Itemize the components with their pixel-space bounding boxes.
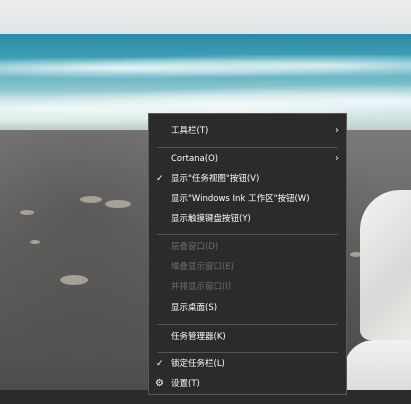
wallpaper-pebble	[60, 275, 88, 285]
menu-item-label: 设置(T)	[171, 379, 200, 389]
menu-item-cortana[interactable]: Cortana(O) ›	[149, 149, 346, 169]
menu-item-label: 任务管理器(K)	[171, 332, 226, 342]
wallpaper-cloth	[344, 340, 411, 390]
menu-item-show-ink-button[interactable]: 显示"Windows Ink 工作区"按钮(W)	[149, 189, 346, 209]
chevron-right-icon: ›	[335, 153, 339, 164]
menu-item-label: 显示触摸键盘按钮(Y)	[171, 214, 251, 224]
taskbar-context-menu: 工具栏(T) › Cortana(O) › ✓ 显示"任务视图"按钮(V) 显示…	[148, 113, 347, 395]
menu-item-label: 显示桌面(S)	[171, 303, 218, 313]
gear-icon: ⚙	[155, 378, 164, 389]
checkmark-icon: ✓	[156, 174, 164, 184]
chevron-right-icon: ›	[335, 125, 339, 136]
menu-item-toolbars[interactable]: 工具栏(T) ›	[149, 121, 346, 141]
menu-item-taskbar-settings[interactable]: ⚙ 设置(T)	[149, 374, 346, 394]
menu-item-show-touch-keyboard[interactable]: 显示触摸键盘按钮(Y)	[149, 209, 346, 229]
wallpaper-pebble	[105, 200, 131, 208]
wallpaper-foam	[0, 55, 411, 81]
menu-item-label: Cortana(O)	[171, 154, 219, 164]
menu-item-label: 堆叠显示窗口(E)	[171, 262, 235, 272]
menu-item-label: 锁定任务栏(L)	[171, 359, 225, 369]
menu-item-show-taskview-button[interactable]: ✓ 显示"任务视图"按钮(V)	[149, 169, 346, 189]
menu-item-stack-windows: 堆叠显示窗口(E)	[149, 257, 346, 277]
menu-item-lock-taskbar[interactable]: ✓ 锁定任务栏(L)	[149, 354, 346, 374]
menu-separator	[157, 352, 338, 353]
menu-item-label: 工具栏(T)	[171, 126, 209, 136]
menu-separator	[157, 147, 338, 148]
wallpaper-pebble	[20, 210, 34, 215]
menu-item-cascade-windows: 层叠窗口(D)	[149, 237, 346, 257]
wallpaper-pebble	[80, 196, 102, 203]
checkmark-icon: ✓	[156, 359, 164, 369]
menu-item-label: 显示"任务视图"按钮(V)	[171, 174, 260, 184]
menu-item-task-manager[interactable]: 任务管理器(K)	[149, 327, 346, 347]
menu-item-side-by-side-windows: 并排显示窗口(I)	[149, 277, 346, 297]
wallpaper-cloth	[360, 190, 411, 340]
menu-item-label: 显示"Windows Ink 工作区"按钮(W)	[171, 194, 310, 204]
menu-item-show-desktop[interactable]: 显示桌面(S)	[149, 298, 346, 318]
menu-item-label: 层叠窗口(D)	[171, 242, 219, 252]
menu-item-label: 并排显示窗口(I)	[171, 282, 232, 292]
menu-separator	[157, 234, 338, 235]
menu-separator	[157, 324, 338, 325]
wallpaper-pebble	[30, 240, 40, 244]
